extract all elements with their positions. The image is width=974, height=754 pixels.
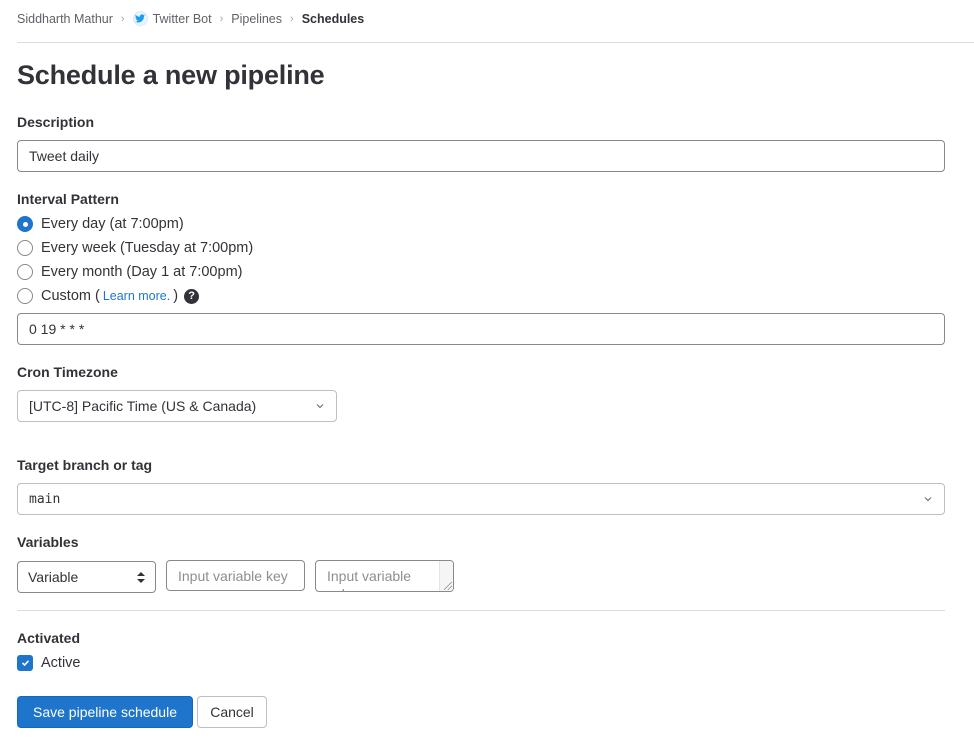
breadcrumb-item-project[interactable]: Twitter Bot bbox=[153, 12, 212, 26]
radio-label: Every week (Tuesday at 7:00pm) bbox=[41, 240, 254, 256]
description-label: Description bbox=[17, 114, 95, 130]
radio-button[interactable] bbox=[17, 216, 33, 232]
sort-icon bbox=[137, 571, 145, 583]
variable-type-select[interactable]: Variable bbox=[17, 561, 156, 593]
resize-handle-icon[interactable] bbox=[444, 582, 452, 590]
radio-custom[interactable]: Custom ( Learn more. ) ? bbox=[17, 288, 200, 304]
radio-every-week[interactable]: Every week (Tuesday at 7:00pm) bbox=[17, 240, 253, 256]
cancel-button[interactable]: Cancel bbox=[197, 696, 267, 728]
radio-label: Every month (Day 1 at 7:00pm) bbox=[41, 264, 243, 280]
active-checkbox[interactable] bbox=[17, 655, 33, 671]
description-input[interactable]: Tweet daily bbox=[17, 140, 945, 172]
page-title: Schedule a new pipeline bbox=[17, 60, 325, 90]
chevron-right-icon: › bbox=[290, 12, 294, 25]
chevron-down-icon bbox=[924, 497, 932, 502]
timezone-value: [UTC-8] Pacific Time (US & Canada) bbox=[29, 398, 257, 414]
radio-every-day[interactable]: Every day (at 7:00pm) bbox=[17, 216, 184, 232]
radio-button[interactable] bbox=[17, 240, 33, 256]
check-icon bbox=[21, 660, 29, 667]
header-divider bbox=[17, 42, 974, 43]
breadcrumb-item-pipelines[interactable]: Pipelines bbox=[231, 12, 282, 26]
active-checkbox-row[interactable]: Active bbox=[17, 655, 81, 671]
radio-every-month[interactable]: Every month (Day 1 at 7:00pm) bbox=[17, 264, 242, 280]
variable-value-textarea[interactable]: Input variable value bbox=[315, 560, 454, 592]
chevron-right-icon: › bbox=[219, 12, 224, 25]
radio-label: Every day (at 7:00pm) bbox=[41, 216, 184, 232]
chevron-right-icon: › bbox=[120, 12, 125, 25]
variables-label: Variables bbox=[17, 534, 79, 550]
breadcrumb: Siddharth Mathur › Twitter Bot › Pipelin… bbox=[17, 11, 364, 26]
radio-button[interactable] bbox=[17, 264, 33, 280]
twitter-icon bbox=[132, 11, 148, 26]
target-branch-label: Target branch or tag bbox=[17, 457, 153, 473]
variable-type-value: Variable bbox=[28, 569, 79, 585]
breadcrumb-item-schedules[interactable]: Schedules bbox=[302, 12, 365, 26]
save-pipeline-schedule-button[interactable]: Save pipeline schedule bbox=[17, 696, 193, 728]
cron-timezone-label: Cron Timezone bbox=[17, 364, 118, 380]
radio-label: Custom ( bbox=[41, 288, 100, 304]
active-checkbox-label: Active bbox=[41, 655, 81, 671]
activated-label: Activated bbox=[17, 630, 81, 646]
chevron-down-icon bbox=[316, 404, 324, 409]
timezone-dropdown[interactable]: [UTC-8] Pacific Time (US & Canada) bbox=[17, 390, 337, 422]
section-divider bbox=[17, 610, 945, 611]
interval-pattern-label: Interval Pattern bbox=[17, 191, 119, 207]
question-icon[interactable]: ? bbox=[184, 288, 200, 304]
target-branch-dropdown[interactable]: main bbox=[17, 483, 945, 515]
target-branch-value: main bbox=[29, 491, 61, 507]
variable-value-placeholder: Input variable value bbox=[327, 568, 412, 591]
radio-button[interactable] bbox=[17, 288, 33, 304]
cron-input[interactable]: 0 19 * * * bbox=[17, 313, 945, 345]
breadcrumb-item-user[interactable]: Siddharth Mathur bbox=[17, 12, 113, 26]
custom-close-paren: ) bbox=[173, 288, 179, 304]
variable-key-input[interactable]: Input variable key bbox=[166, 560, 305, 591]
learn-more-link[interactable]: Learn more. bbox=[103, 289, 170, 303]
